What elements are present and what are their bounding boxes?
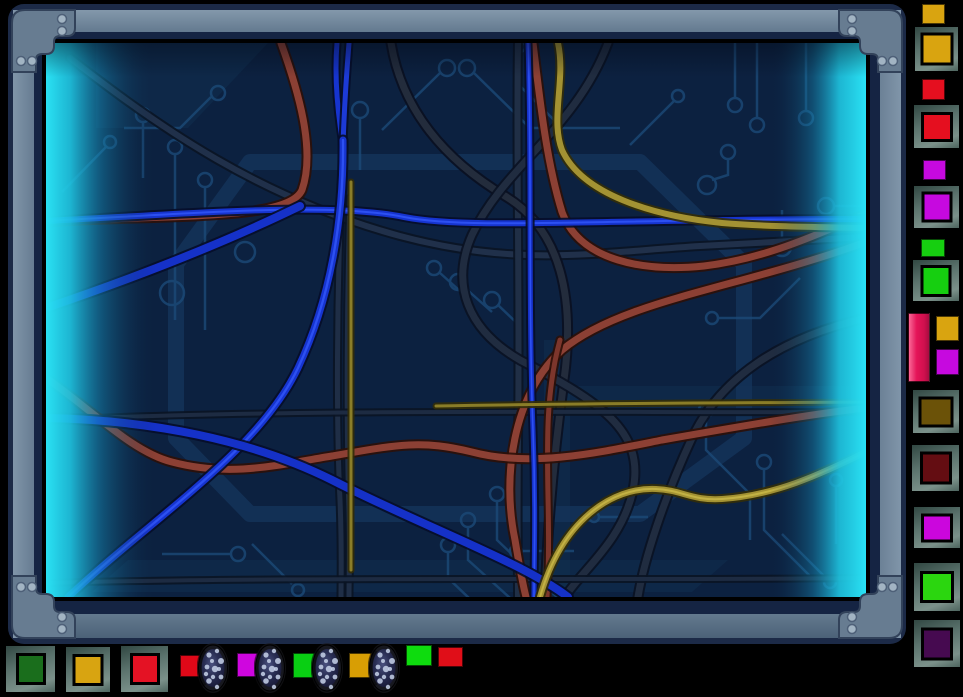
sidebar-indicator-green — [921, 239, 945, 257]
sidebar-color-button-magenta-2-color-square — [921, 513, 953, 542]
wire-spool-icon-red[interactable] — [197, 643, 229, 693]
toolbar-color-button-dark-green[interactable] — [4, 644, 57, 694]
toolbar-color-button-red-color-square — [130, 653, 160, 685]
sidebar-color-button-purple[interactable] — [912, 618, 962, 669]
wire-spool-icon-magenta[interactable] — [254, 643, 286, 693]
wire-spool-icon-gold[interactable] — [368, 643, 400, 693]
wire-spool-icon-green[interactable] — [311, 643, 343, 693]
sidebar-color-button-green-2[interactable] — [912, 561, 962, 613]
glow-right — [770, 43, 866, 597]
dark-wire-bottom-horizontal[interactable] — [46, 578, 866, 583]
game-stage — [0, 0, 963, 697]
toolbar-color-button-gold[interactable] — [64, 645, 112, 694]
toolbar-swatch-green-2[interactable] — [406, 645, 432, 666]
sidebar-color-button-olive[interactable] — [911, 388, 961, 435]
sidebar-color-button-maroon-color-square — [920, 452, 952, 485]
sidebar-color-button-green-2-color-square — [920, 571, 954, 603]
glow-left — [46, 43, 156, 597]
sidebar-color-button-magenta[interactable] — [912, 184, 961, 230]
sidebar-color-button-green-color-square — [921, 265, 952, 297]
toolbar-color-button-red[interactable] — [119, 644, 170, 694]
sidebar-color-button-red[interactable] — [912, 103, 961, 150]
sidebar-color-button-magenta-2[interactable] — [912, 505, 962, 550]
selection-chip-magenta[interactable] — [936, 349, 959, 375]
top-shade — [46, 43, 866, 77]
sidebar-color-button-green[interactable] — [911, 258, 961, 303]
sidebar-color-button-olive-color-square — [919, 396, 954, 427]
sidebar-color-button-gold[interactable] — [913, 25, 960, 73]
sidebar-color-button-magenta-color-square — [921, 192, 952, 223]
sidebar-indicator-gold — [922, 4, 945, 24]
sidebar-color-button-purple-color-square — [921, 627, 953, 660]
sidebar-color-button-maroon[interactable] — [910, 443, 961, 493]
selection-chip-gold[interactable] — [936, 316, 959, 341]
selection-highlight-bar[interactable] — [908, 313, 930, 382]
toolbar-swatch-red-2[interactable] — [438, 647, 463, 667]
sidebar-color-button-gold-color-square — [920, 33, 953, 66]
toolbar-color-button-dark-green-color-square — [16, 653, 46, 685]
sidebar-indicator-magenta — [923, 160, 946, 180]
sidebar-indicator-red — [922, 79, 945, 100]
toolbar-color-button-gold-color-square — [73, 654, 104, 686]
sidebar-color-button-red-color-square — [921, 112, 953, 142]
dark-wire-vertical-c[interactable] — [517, 43, 518, 597]
circuit-board[interactable] — [46, 43, 866, 597]
